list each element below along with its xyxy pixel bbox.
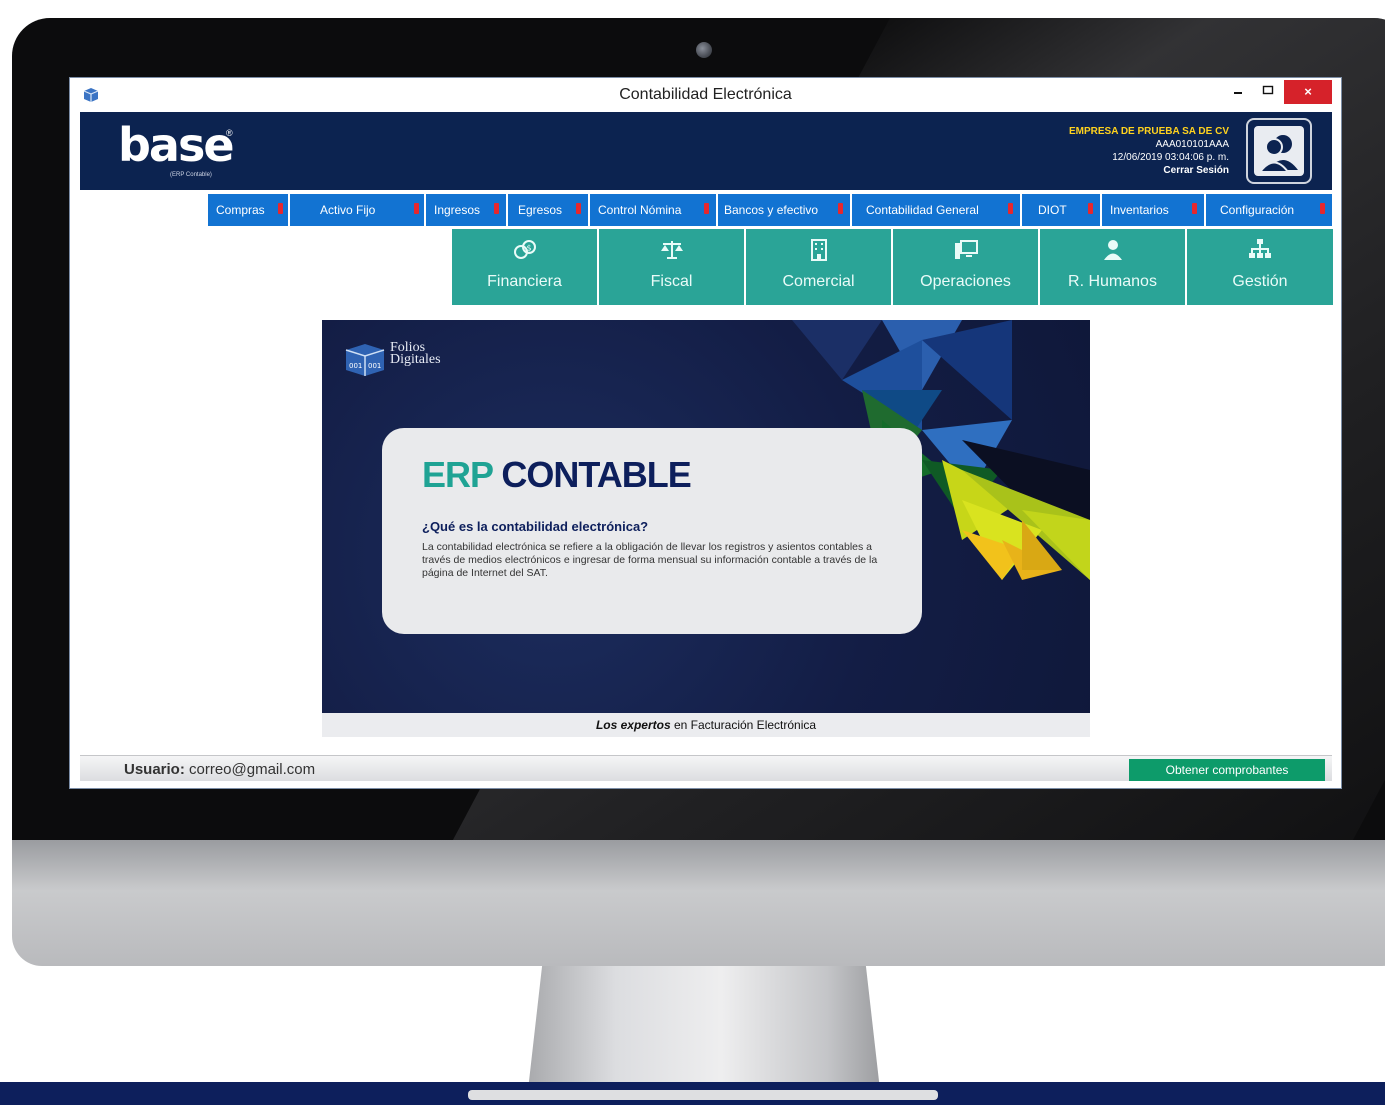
- maximize-button[interactable]: [1254, 80, 1282, 104]
- brand-line2: Digitales: [390, 352, 441, 367]
- coins-icon: $: [513, 240, 536, 259]
- user-label: Usuario:: [124, 761, 185, 778]
- menu-contabilidad-general[interactable]: Contabilidad General: [852, 194, 1020, 226]
- user-email: correo@gmail.com: [184, 761, 316, 778]
- users-icon: [1254, 126, 1304, 176]
- card-body: La contabilidad electrónica se refiere a…: [422, 541, 878, 579]
- svg-text:001: 001: [368, 362, 381, 370]
- module-label: R. Humanos: [1068, 273, 1157, 290]
- info-card: ERP CONTABLE ¿Qué es la contabilidad ele…: [382, 428, 922, 634]
- pin-icon: [494, 203, 499, 214]
- card-title: ERP CONTABLE: [422, 454, 692, 496]
- module-r-humanos[interactable]: R. Humanos: [1040, 229, 1185, 305]
- building-icon: [810, 239, 827, 261]
- module-fiscal[interactable]: Fiscal: [599, 229, 744, 305]
- menu-label: Ingresos: [434, 203, 481, 217]
- user-avatar[interactable]: [1246, 118, 1312, 184]
- menu-label: Activo Fijo: [320, 203, 376, 217]
- status-bar: Usuario: correo@gmail.com Obtener compro…: [80, 755, 1332, 781]
- pin-icon: [704, 203, 709, 214]
- org-chart-icon: [1249, 239, 1271, 258]
- folios-digitales-wordmark: Folios Digitales: [390, 341, 441, 367]
- workstation-icon: [954, 240, 978, 259]
- logo-subtitle: (ERP Contable): [170, 172, 212, 178]
- menu-inventarios[interactable]: Inventarios: [1102, 194, 1204, 226]
- maximize-icon: [1262, 85, 1274, 95]
- logout-link[interactable]: Cerrar Sesión: [1069, 164, 1229, 177]
- main-menu: Compras Activo Fijo Ingresos Egresos Con…: [208, 194, 1332, 226]
- monitor-stand: [528, 966, 880, 1090]
- title-erp: ERP: [422, 454, 493, 495]
- menu-configuracion[interactable]: Configuración: [1206, 194, 1332, 226]
- webcam-icon: [696, 42, 712, 58]
- title-contable: CONTABLE: [501, 454, 691, 495]
- menu-bancos[interactable]: Bancos y efectivo: [718, 194, 850, 226]
- menu-label: DIOT: [1038, 203, 1067, 217]
- pin-icon: [1008, 203, 1013, 214]
- menu-egresos[interactable]: Egresos: [508, 194, 588, 226]
- desktop-scene: Contabilidad Electrónica × base ® (ERP C…: [0, 0, 1385, 1105]
- menu-activo-fijo[interactable]: Activo Fijo: [290, 194, 424, 226]
- card-question: ¿Qué es la contabilidad electrónica?: [422, 519, 649, 534]
- company-name: EMPRESA DE PRUEBA SA DE CV: [1068, 126, 1229, 137]
- pin-icon: [1192, 203, 1197, 214]
- logo-registered-mark: ®: [226, 128, 233, 138]
- menu-diot[interactable]: DIOT: [1022, 194, 1100, 226]
- promo-banner: 001 001 Folios Digitales ERP CONTABLE ¿Q…: [322, 320, 1090, 713]
- module-label: Comercial: [782, 273, 855, 290]
- monitor-stand-base: [468, 1090, 938, 1100]
- footer-rest: en Facturación Electrónica: [670, 718, 817, 732]
- minimize-icon: [1234, 92, 1242, 94]
- module-gestion[interactable]: Gestión: [1187, 229, 1333, 305]
- pin-icon: [576, 203, 581, 214]
- menu-label: Egresos: [518, 203, 563, 217]
- module-label: Operaciones: [920, 273, 1011, 290]
- folios-digitales-logo-icon: 001 001: [345, 344, 385, 376]
- menu-label: Inventarios: [1110, 203, 1169, 217]
- logo-wordmark: base: [118, 118, 235, 172]
- menu-label: Control Nómina: [598, 203, 682, 217]
- company-rfc: AAA010101AAA: [1155, 139, 1229, 150]
- person-icon: [1103, 240, 1122, 260]
- menu-label: Bancos y efectivo: [724, 203, 819, 217]
- window-title: Contabilidad Electrónica: [619, 86, 792, 103]
- app-header: base ® (ERP Contable) EMPRESA DE PRUEBA …: [80, 112, 1332, 190]
- module-tiles: $ Financiera Fiscal Comercial Operacione…: [452, 229, 1333, 305]
- session-datetime: 12/06/2019 03:04:06 p. m.: [1112, 152, 1229, 163]
- pin-icon: [278, 203, 283, 214]
- close-button[interactable]: ×: [1284, 80, 1332, 104]
- menu-ingresos[interactable]: Ingresos: [426, 194, 506, 226]
- module-label: Fiscal: [650, 273, 693, 290]
- svg-text:001: 001: [349, 362, 362, 370]
- module-financiera[interactable]: $ Financiera: [452, 229, 597, 305]
- user-info: Usuario: correo@gmail.com: [124, 761, 315, 778]
- base-logo: base ® (ERP Contable): [118, 118, 238, 182]
- menu-label: Configuración: [1220, 203, 1295, 217]
- svg-text:$: $: [526, 244, 531, 253]
- title-bar: Contabilidad Electrónica ×: [70, 78, 1341, 112]
- module-operaciones[interactable]: Operaciones: [893, 229, 1038, 305]
- pin-icon: [1320, 203, 1325, 214]
- monitor-chin: [12, 840, 1385, 966]
- minimize-button[interactable]: [1224, 80, 1252, 104]
- footer-bold: Los expertos: [595, 718, 671, 732]
- menu-compras[interactable]: Compras: [208, 194, 288, 226]
- menu-control-nomina[interactable]: Control Nómina: [590, 194, 716, 226]
- pin-icon: [838, 203, 843, 214]
- close-icon: ×: [1304, 84, 1312, 99]
- module-label: Financiera: [487, 273, 562, 290]
- banner-footer: Los expertos en Facturación Electrónica: [322, 713, 1090, 737]
- module-label: Gestión: [1232, 273, 1288, 290]
- pin-icon: [1088, 203, 1093, 214]
- company-info: EMPRESA DE PRUEBA SA DE CV AAA010101AAA …: [1069, 125, 1229, 177]
- module-comercial[interactable]: Comercial: [746, 229, 891, 305]
- menu-label: Compras: [216, 203, 265, 217]
- app-window: Contabilidad Electrónica × base ® (ERP C…: [69, 77, 1342, 789]
- scale-icon: [660, 241, 683, 259]
- menu-label: Contabilidad General: [866, 203, 979, 217]
- obtener-comprobantes-button[interactable]: Obtener comprobantes: [1129, 759, 1325, 781]
- pin-icon: [414, 203, 419, 214]
